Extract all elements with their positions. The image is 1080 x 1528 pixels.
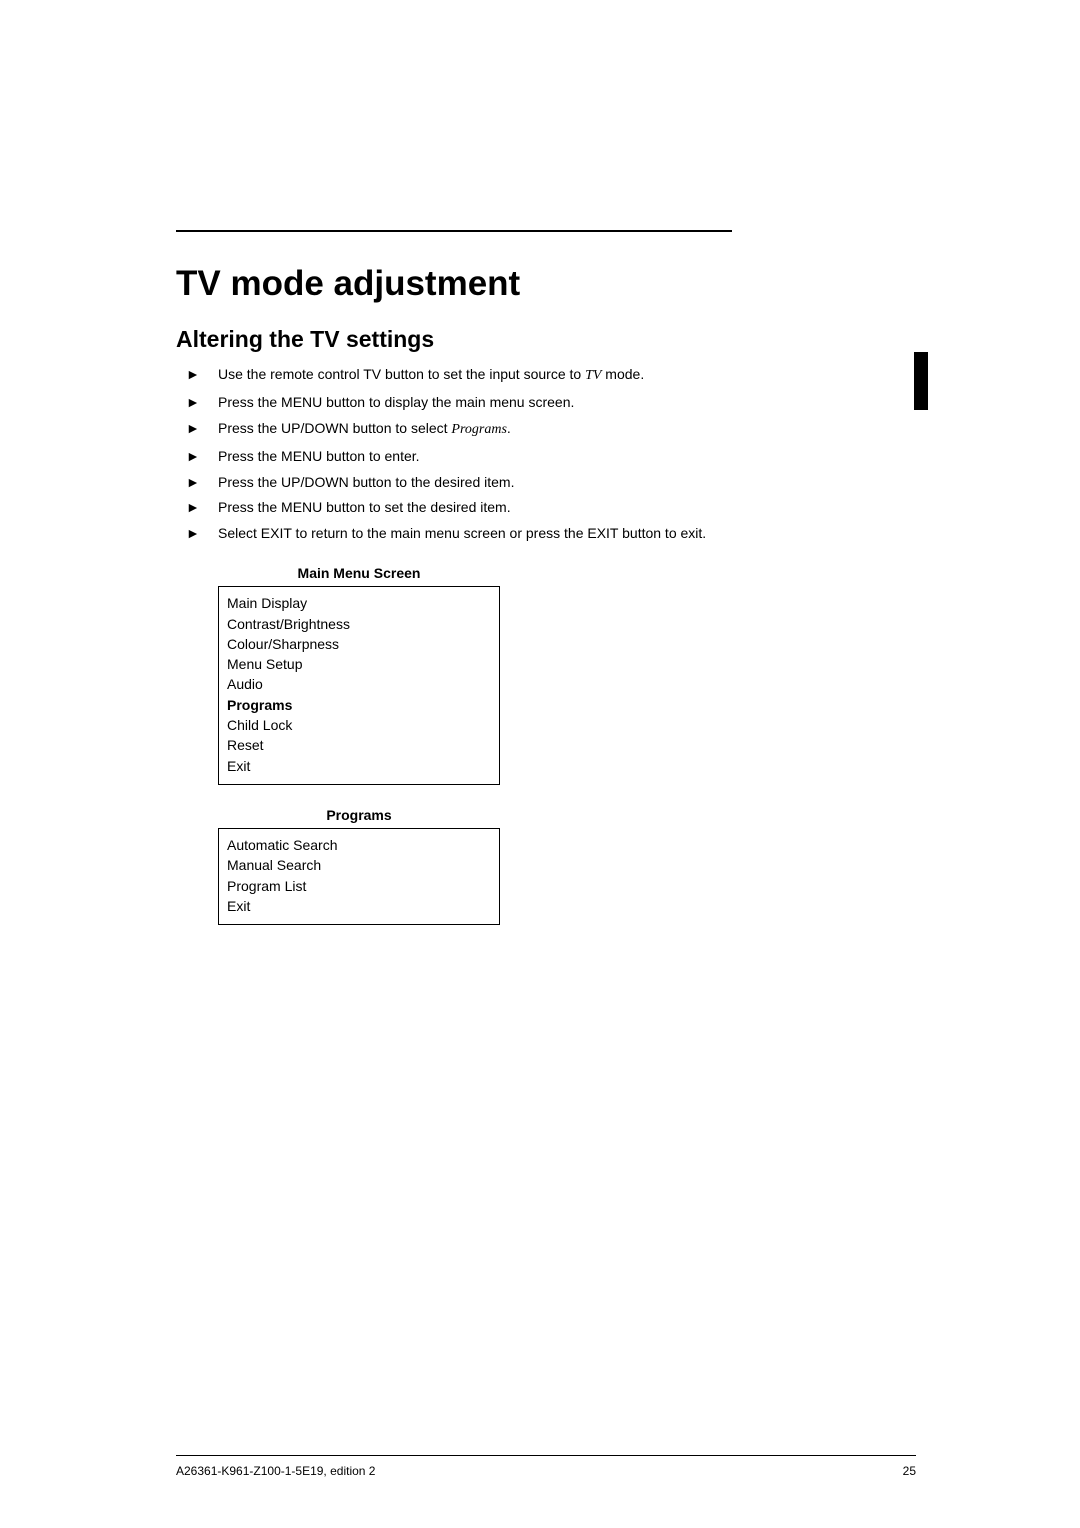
instruction-item: ►Press the MENU button to display the ma… bbox=[186, 393, 916, 412]
footer-page-number: 25 bbox=[903, 1464, 916, 1478]
instruction-text: Press the MENU button to display the mai… bbox=[218, 393, 574, 412]
menu-item: Automatic Search bbox=[227, 835, 491, 855]
triangle-right-icon: ► bbox=[186, 473, 218, 492]
instruction-text: Select EXIT to return to the main menu s… bbox=[218, 524, 706, 543]
menu-item: Exit bbox=[227, 756, 491, 776]
menu-item: Exit bbox=[227, 896, 491, 916]
menu-block: Main Menu Screen Main DisplayContrast/Bri… bbox=[218, 565, 500, 785]
instruction-text: Press the UP/DOWN button to select Progr… bbox=[218, 419, 511, 440]
triangle-right-icon: ► bbox=[186, 498, 218, 517]
menu-item: Programs bbox=[227, 695, 491, 715]
triangle-right-icon: ► bbox=[186, 393, 218, 412]
instruction-item: ►Press the MENU button to enter. bbox=[186, 447, 916, 466]
instruction-text: Press the MENU button to enter. bbox=[218, 447, 420, 466]
instruction-item: ►Select EXIT to return to the main menu … bbox=[186, 524, 916, 543]
instruction-item: ►Press the UP/DOWN button to select Prog… bbox=[186, 419, 916, 440]
section-tab bbox=[914, 352, 928, 410]
menu-item: Contrast/Brightness bbox=[227, 614, 491, 634]
triangle-right-icon: ► bbox=[186, 447, 218, 466]
triangle-right-icon: ► bbox=[186, 419, 218, 438]
instruction-text: Press the MENU button to set the desired… bbox=[218, 498, 511, 517]
menu-box: Main DisplayContrast/BrightnessColour/Sh… bbox=[218, 586, 500, 785]
footer: A26361-K961-Z100-1-5E19, edition 2 25 bbox=[176, 1464, 916, 1478]
menu-block: Programs Automatic SearchManual SearchPro… bbox=[218, 807, 500, 925]
menu-item: Program List bbox=[227, 876, 491, 896]
menu-caption: Programs bbox=[218, 807, 500, 823]
menu-item: Reset bbox=[227, 735, 491, 755]
instruction-list: ►Use the remote control TV button to set… bbox=[186, 365, 916, 543]
menu-item: Main Display bbox=[227, 593, 491, 613]
menu-item: Audio bbox=[227, 674, 491, 694]
page-title: TV mode adjustment bbox=[176, 264, 916, 304]
menu-caption: Main Menu Screen bbox=[218, 565, 500, 581]
menu-diagrams: Main Menu Screen Main DisplayContrast/Bri… bbox=[176, 565, 916, 925]
menu-item: Menu Setup bbox=[227, 654, 491, 674]
triangle-right-icon: ► bbox=[186, 524, 218, 543]
page-subtitle: Altering the TV settings bbox=[176, 326, 916, 353]
page: TV mode adjustment Altering the TV setti… bbox=[0, 0, 1080, 1528]
header-rule bbox=[176, 230, 732, 232]
footer-doc-id: A26361-K961-Z100-1-5E19, edition 2 bbox=[176, 1464, 375, 1478]
menu-box: Automatic SearchManual SearchProgram Lis… bbox=[218, 828, 500, 925]
instruction-text: Press the UP/DOWN button to the desired … bbox=[218, 473, 514, 492]
instruction-item: ►Press the UP/DOWN button to the desired… bbox=[186, 473, 916, 492]
menu-item: Colour/Sharpness bbox=[227, 634, 491, 654]
instruction-text: Use the remote control TV button to set … bbox=[218, 365, 644, 386]
menu-item: Manual Search bbox=[227, 855, 491, 875]
footer-rule bbox=[176, 1455, 916, 1456]
menu-item: Child Lock bbox=[227, 715, 491, 735]
instruction-item: ►Use the remote control TV button to set… bbox=[186, 365, 916, 386]
instruction-item: ►Press the MENU button to set the desire… bbox=[186, 498, 916, 517]
triangle-right-icon: ► bbox=[186, 365, 218, 384]
